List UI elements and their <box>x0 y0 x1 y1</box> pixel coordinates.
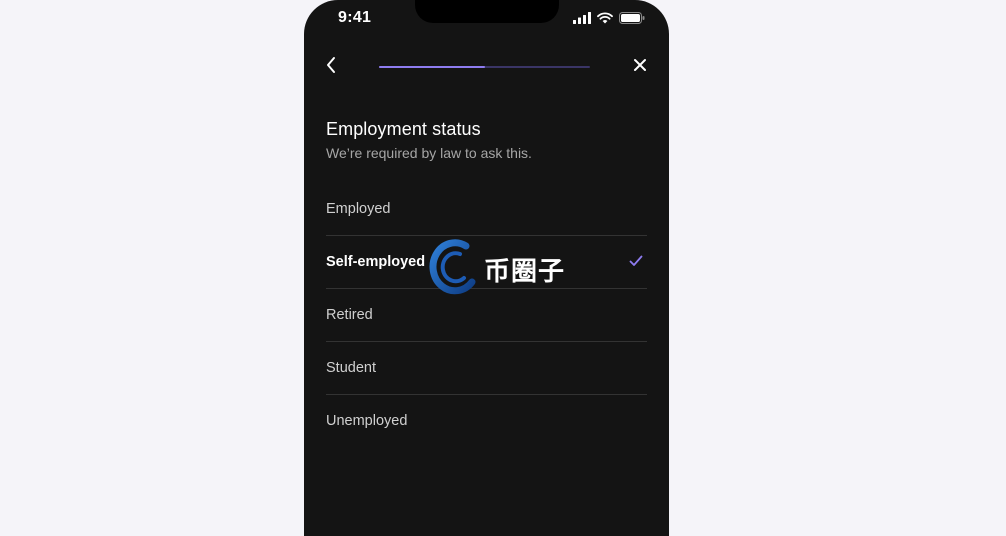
watermark-logo-icon <box>428 238 480 301</box>
back-button[interactable] <box>320 56 342 78</box>
page-title: Employment status <box>326 119 481 139</box>
wifi-icon <box>597 11 613 29</box>
battery-icon <box>619 11 645 29</box>
watermark-text: 币圈子 <box>484 257 566 287</box>
close-icon <box>633 58 647 77</box>
page-subtitle: We’re required by law to ask this. <box>326 145 532 161</box>
option-employed[interactable]: Employed <box>326 183 647 236</box>
option-label: Employed <box>326 201 391 217</box>
option-label: Retired <box>326 307 373 323</box>
notch <box>415 0 559 23</box>
option-unemployed[interactable]: Unemployed <box>326 395 647 447</box>
close-button[interactable] <box>629 56 651 78</box>
option-list: Employed Self-employed Retired Student U… <box>326 183 647 447</box>
signal-icon <box>573 11 591 29</box>
status-icons <box>573 11 645 29</box>
chevron-left-icon <box>325 56 337 79</box>
checkmark-icon <box>629 254 643 272</box>
progress-fill <box>379 66 485 68</box>
progress-bar <box>379 66 590 68</box>
option-label: Unemployed <box>326 413 408 429</box>
option-student[interactable]: Student <box>326 342 647 395</box>
option-label: Student <box>326 360 376 376</box>
watermark: 币圈子 <box>428 238 565 301</box>
status-time: 9:41 <box>338 9 372 26</box>
option-label: Self-employed <box>326 254 426 270</box>
